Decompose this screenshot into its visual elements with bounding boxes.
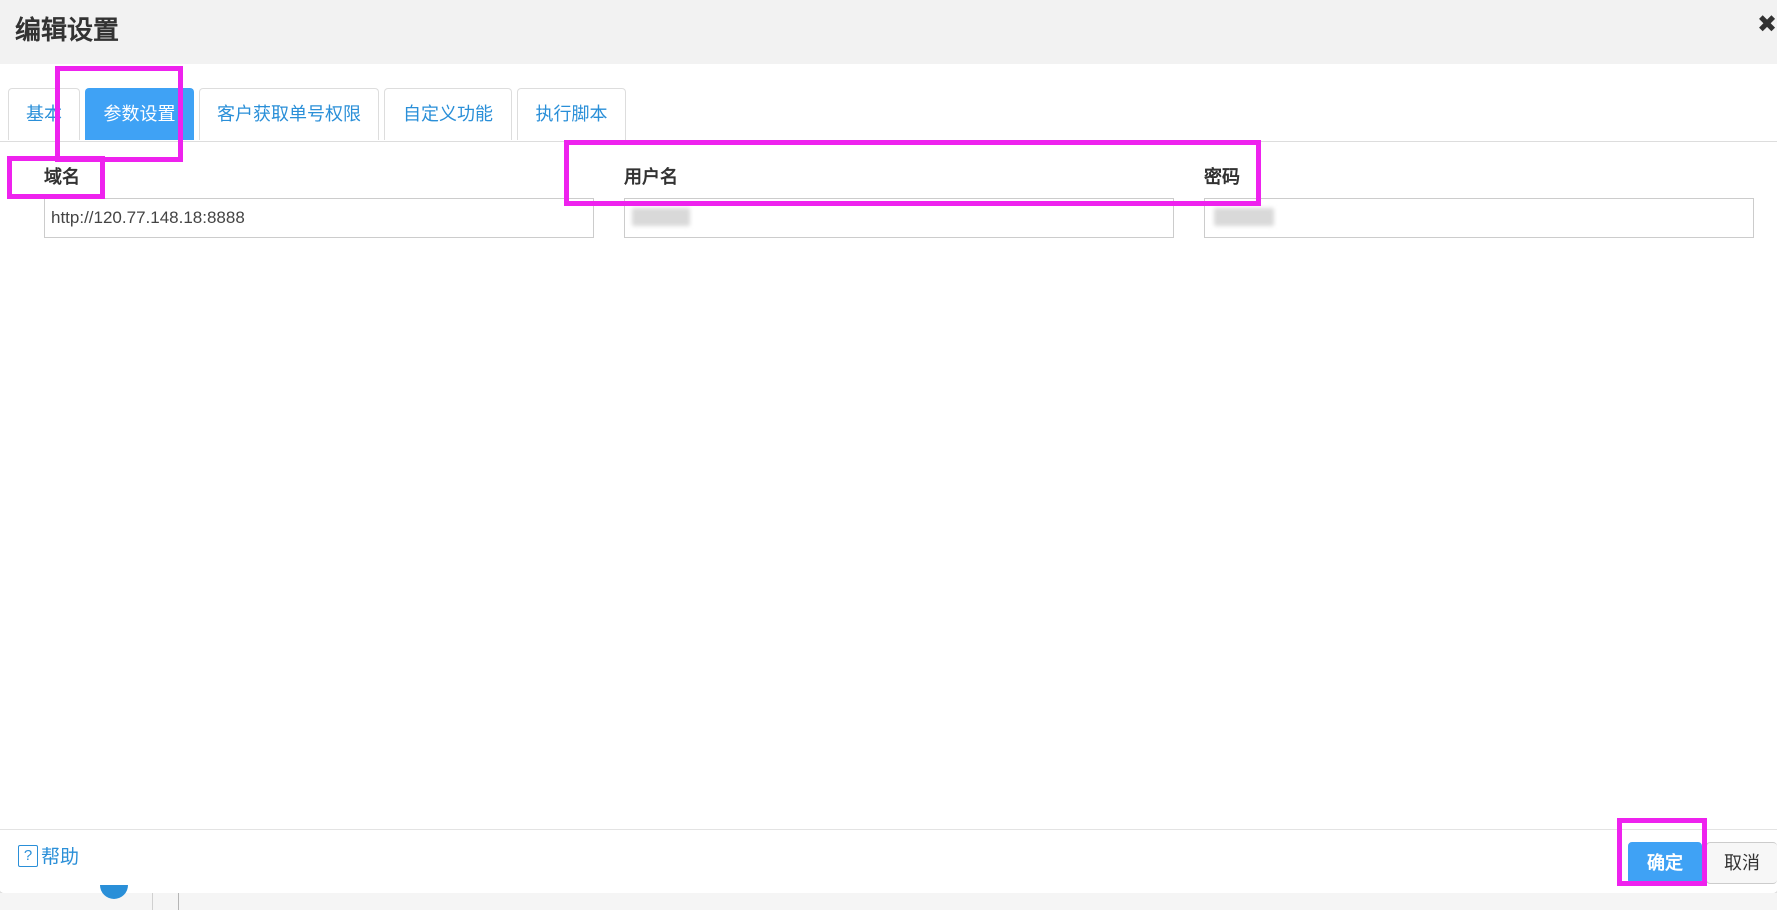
username-label: 用户名: [624, 167, 678, 187]
username-input[interactable]: [624, 198, 1174, 238]
domain-label: 域名: [44, 167, 80, 187]
domain-input[interactable]: [44, 198, 594, 238]
background-page-strip: [0, 893, 1777, 910]
help-label: 帮助: [41, 847, 80, 868]
tab-bar: 基本 参数设置 客户获取单号权限 自定义功能 执行脚本: [0, 88, 1777, 142]
redacted-password: [1214, 208, 1274, 226]
password-label: 密码: [1204, 167, 1240, 187]
dialog-header: 编辑设置 ✖: [0, 0, 1777, 64]
tab-basic[interactable]: 基本: [8, 88, 80, 140]
background-divider: [178, 893, 179, 910]
confirm-button[interactable]: 确定: [1628, 842, 1702, 884]
help-link[interactable]: ? 帮助: [18, 842, 79, 869]
edit-settings-dialog: 编辑设置 ✖ 基本 参数设置 客户获取单号权限 自定义功能 执行脚本 域名 用户…: [0, 0, 1777, 894]
help-icon: ?: [18, 844, 38, 867]
dialog-footer: ? 帮助 确定 取消: [0, 829, 1777, 893]
close-icon[interactable]: ✖: [1757, 10, 1777, 40]
cancel-button[interactable]: 取消: [1706, 842, 1777, 884]
tab-execute-script[interactable]: 执行脚本: [517, 88, 626, 140]
background-divider: [152, 893, 153, 910]
tab-custom-functions[interactable]: 自定义功能: [384, 88, 512, 140]
tab-customer-tracking-permission[interactable]: 客户获取单号权限: [199, 88, 379, 140]
dialog-title: 编辑设置: [15, 15, 120, 45]
tab-parameter-settings[interactable]: 参数设置: [85, 88, 194, 140]
redacted-username: [632, 208, 690, 226]
password-input[interactable]: [1204, 198, 1754, 238]
